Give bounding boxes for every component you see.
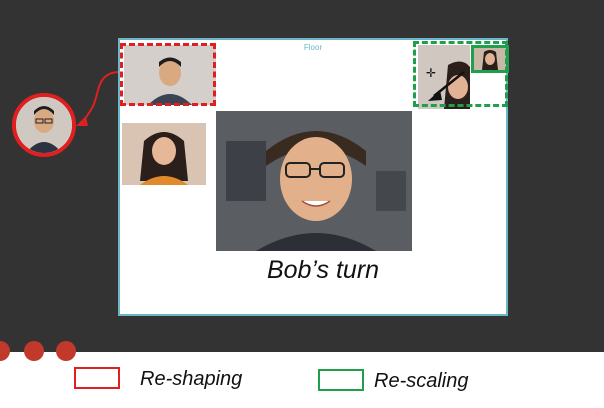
leave-call-icon[interactable] <box>56 341 76 361</box>
turn-indicator: Bob’s turn <box>266 256 380 284</box>
video-icon[interactable] <box>24 341 44 361</box>
reshaping-highlight <box>120 43 216 106</box>
rescaling-highlight <box>413 41 508 107</box>
rescaling-legend-swatch <box>318 369 364 391</box>
rescaling-legend-label: Re-scaling <box>374 370 469 392</box>
video-call-stage: Floor ✛ Bob’s turn <box>0 0 604 361</box>
reshaping-legend-label: Re-shaping <box>140 368 243 390</box>
reshaping-legend-swatch <box>74 367 120 389</box>
